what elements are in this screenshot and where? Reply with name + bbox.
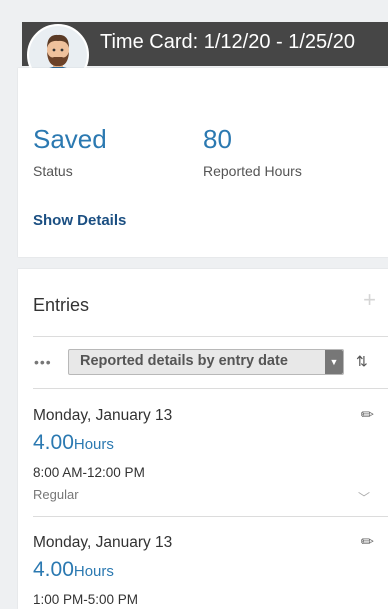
show-details-link[interactable]: Show Details xyxy=(33,212,126,229)
sort-view-selected: Reported details by entry date xyxy=(80,353,288,369)
status-value: Saved xyxy=(33,124,107,154)
status-label: Status xyxy=(33,163,73,179)
pencil-icon[interactable]: ✏ xyxy=(361,532,374,552)
sort-view-dropdown[interactable]: Reported details by entry date ▼ xyxy=(68,349,344,375)
more-actions-icon[interactable]: ••• xyxy=(34,354,52,370)
summary-card: Saved Status 80 Reported Hours Show Deta… xyxy=(18,68,388,257)
entry-hours-value: 4.00 xyxy=(33,431,74,454)
entries-title: Entries xyxy=(33,295,90,315)
entries-card: Entries + ••• Reported details by entry … xyxy=(18,269,388,609)
entry-hours-value: 4.00 xyxy=(33,558,74,581)
time-card-title: Time Card: 1/12/20 - 1/25/20 xyxy=(100,31,355,53)
chevron-down-icon[interactable]: ▼ xyxy=(325,350,343,374)
entry-hours: 4.00Hours xyxy=(33,558,114,582)
entry-hours-unit: Hours xyxy=(73,563,114,580)
list-item[interactable]: Monday, January 13 ✏ 4.00Hours 8:00 AM-1… xyxy=(18,389,388,516)
reported-hours-value: 80 xyxy=(203,124,232,154)
divider xyxy=(33,336,388,337)
entry-time-range: 8:00 AM-12:00 PM xyxy=(33,465,145,480)
sort-icon[interactable]: ⇅ xyxy=(356,353,368,370)
reported-hours-label: Reported Hours xyxy=(203,163,302,179)
entry-hours-unit: Hours xyxy=(73,436,114,453)
list-item[interactable]: Monday, January 13 ✏ 4.00Hours 1:00 PM-5… xyxy=(18,517,388,609)
pencil-icon[interactable]: ✏ xyxy=(361,405,374,425)
add-entry-icon[interactable]: + xyxy=(363,287,376,313)
entry-date: Monday, January 13 xyxy=(33,407,173,424)
chevron-down-icon[interactable]: ﹀ xyxy=(358,489,370,506)
entry-type: Regular xyxy=(33,487,79,502)
entry-hours: 4.00Hours xyxy=(33,431,114,455)
entry-date: Monday, January 13 xyxy=(33,534,173,551)
entry-time-range: 1:00 PM-5:00 PM xyxy=(33,592,139,607)
